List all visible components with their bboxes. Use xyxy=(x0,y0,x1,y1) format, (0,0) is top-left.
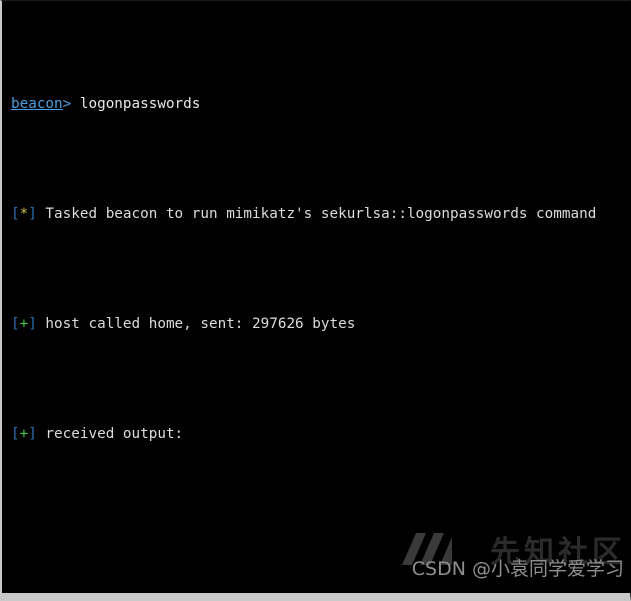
bracket-open-icon: [ xyxy=(11,426,20,442)
prompt-command-text xyxy=(71,96,80,112)
status-line-callhome: [+] host called home, sent: 297626 bytes xyxy=(11,313,630,335)
plus-icon: + xyxy=(19,316,29,332)
status-message-received: received output: xyxy=(36,426,184,442)
status-line-task: [*] Tasked beacon to run mimikatz's seku… xyxy=(11,203,630,225)
asterisk-icon: * xyxy=(19,206,29,222)
beacon-console-window[interactable]: beacon> logonpasswords [*] Tasked beacon… xyxy=(0,0,631,601)
status-message-callhome: host called home, sent: 297626 bytes xyxy=(36,316,356,332)
plus-icon: + xyxy=(19,426,29,442)
bracket-close-icon: ] xyxy=(28,206,37,222)
bracket-close-icon: ] xyxy=(28,316,37,332)
status-message-task: Tasked beacon to run mimikatz's sekurlsa… xyxy=(36,206,597,222)
bracket-close-icon: ] xyxy=(28,426,37,442)
prompt-arrow-icon: > xyxy=(62,96,72,112)
status-line-received: [+] received output: xyxy=(11,423,630,445)
bracket-open-icon: [ xyxy=(11,316,20,332)
prompt-line: beacon> logonpasswords xyxy=(11,93,630,115)
bracket-open-icon: [ xyxy=(11,206,20,222)
prompt-host-label: beacon xyxy=(11,96,63,112)
entered-command: logonpasswords xyxy=(79,96,201,112)
terminal-output[interactable]: beacon> logonpasswords [*] Tasked beacon… xyxy=(2,1,630,593)
